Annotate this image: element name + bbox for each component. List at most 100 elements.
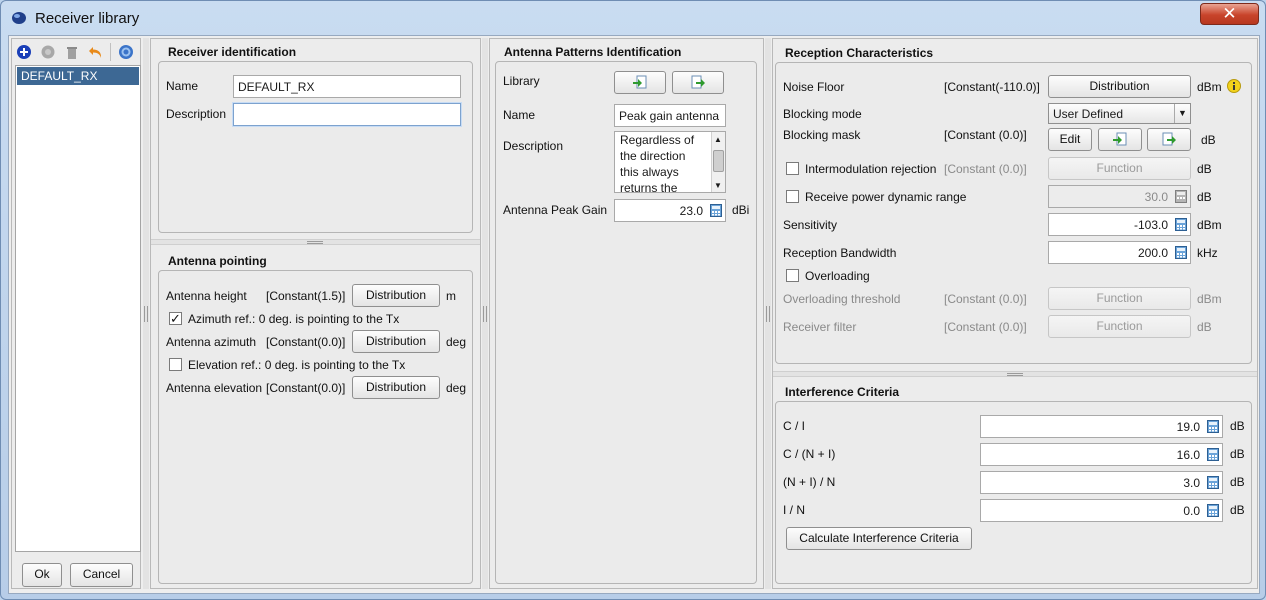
blocking-mode-select[interactable]: User Defined ▼ (1048, 103, 1191, 124)
antenna-column: Antenna Patterns Identification Library … (489, 38, 764, 589)
undo-icon[interactable] (88, 44, 104, 60)
interference-row-input[interactable]: 3.0 (980, 471, 1223, 494)
chevron-down-icon[interactable]: ▼ (1174, 104, 1190, 123)
splitter-handle[interactable] (773, 371, 1257, 377)
splitter-handle[interactable] (765, 38, 771, 589)
antenna-height-unit: m (446, 289, 456, 303)
export-icon (1162, 132, 1176, 146)
bandwidth-unit: kHz (1197, 246, 1218, 260)
intermod-value: [Constant (0.0)] (944, 162, 1027, 176)
receiver-filter-label: Receiver filter (783, 320, 857, 334)
blocking-mask-import-button[interactable] (1098, 128, 1142, 151)
receiver-name-input[interactable]: DEFAULT_RX (233, 75, 461, 98)
calculator-icon[interactable] (710, 204, 722, 217)
receiver-library-window: Receiver library ✕ DEFAULT_RX Ok Cancel … (0, 0, 1266, 600)
interference-row-input[interactable]: 0.0 (980, 499, 1223, 522)
scroll-down-icon[interactable]: ▼ (714, 181, 722, 190)
antenna-description-label: Description (503, 139, 564, 153)
antenna-description-textarea[interactable]: Regardless of the direction this always … (614, 131, 726, 193)
peak-gain-unit: dBi (732, 203, 750, 217)
antenna-azimuth-value: [Constant(0.0)] (266, 335, 346, 349)
noise-floor-label: Noise Floor (783, 80, 845, 94)
interference-row-label: (N + I) / N (783, 475, 836, 489)
splitter-handle[interactable] (151, 239, 480, 245)
calculate-interference-button[interactable]: Calculate Interference Criteria (786, 527, 972, 550)
overloading-checkbox[interactable] (786, 269, 799, 282)
interference-row-unit: dB (1230, 475, 1245, 489)
antenna-azimuth-unit: deg (446, 335, 467, 349)
dynamic-range-input[interactable]: 30.0 (1048, 185, 1191, 208)
blocking-mode-label: Blocking mode (783, 107, 862, 121)
antenna-azimuth-label: Antenna azimuth (166, 335, 257, 349)
ok-button[interactable]: Ok (22, 563, 62, 587)
info-icon[interactable] (1227, 79, 1241, 93)
bandwidth-input[interactable]: 200.0 (1048, 241, 1191, 264)
overloading-threshold-function-button[interactable]: Function (1048, 287, 1191, 310)
antenna-patterns-group: Library Name Peak gain antenna Descripti… (495, 61, 757, 584)
disabled-circle-icon[interactable] (40, 44, 56, 60)
interference-row-input[interactable]: 19.0 (980, 415, 1223, 438)
toolbar-separator (110, 43, 111, 61)
calculator-icon[interactable] (1207, 420, 1219, 433)
azimuth-ref-label: Azimuth ref.: 0 deg. is pointing to the … (188, 312, 400, 326)
azimuth-ref-checkbox[interactable] (169, 312, 182, 325)
antenna-height-value: [Constant(1.5)] (266, 289, 346, 303)
noise-floor-value: [Constant(-110.0)] (944, 80, 1040, 94)
import-button[interactable] (614, 71, 666, 94)
antenna-height-distribution-button[interactable]: Distribution (352, 284, 440, 307)
antenna-name-label: Name (503, 108, 536, 122)
receiver-filter-function-button[interactable]: Function (1048, 315, 1191, 338)
calculator-icon[interactable] (1207, 504, 1219, 517)
intermod-function-button[interactable]: Function (1048, 157, 1191, 180)
intermod-checkbox[interactable] (786, 162, 799, 175)
interference-row-unit: dB (1230, 419, 1245, 433)
sensitivity-input[interactable]: -103.0 (1048, 213, 1191, 236)
elevation-ref-label: Elevation ref.: 0 deg. is pointing to th… (188, 358, 406, 372)
description-line: the direction (620, 149, 686, 163)
blocking-mask-edit-button[interactable]: Edit (1048, 128, 1092, 151)
interference-row-unit: dB (1230, 503, 1245, 517)
trash-icon[interactable] (64, 44, 80, 60)
description-scrollbar[interactable]: ▲ ▼ (711, 132, 725, 192)
cancel-button[interactable]: Cancel (70, 563, 133, 587)
calculator-icon[interactable] (1207, 476, 1219, 489)
blocking-mask-unit: dB (1201, 133, 1216, 147)
antenna-name-input[interactable]: Peak gain antenna (614, 104, 726, 127)
close-button[interactable]: ✕ (1200, 3, 1259, 25)
add-icon[interactable] (16, 44, 32, 60)
peak-gain-input[interactable]: 23.0 (614, 199, 726, 222)
antenna-elevation-value: [Constant(0.0)] (266, 381, 346, 395)
calculator-icon[interactable] (1175, 190, 1187, 203)
dynamic-range-checkbox[interactable] (786, 190, 799, 203)
calculator-icon[interactable] (1175, 218, 1187, 231)
interference-row-input[interactable]: 16.0 (980, 443, 1223, 466)
library-panel: DEFAULT_RX Ok Cancel (11, 38, 141, 589)
help-icon[interactable] (118, 44, 134, 60)
sensitivity-unit: dBm (1197, 218, 1222, 232)
antenna-azimuth-distribution-button[interactable]: Distribution (352, 330, 440, 353)
noise-floor-distribution-button[interactable]: Distribution (1048, 75, 1191, 98)
name-label: Name (166, 79, 199, 93)
reception-group: Noise Floor [Constant(-110.0)] Distribut… (775, 62, 1252, 364)
receiver-description-input[interactable] (233, 103, 461, 126)
overloading-threshold-unit: dBm (1197, 292, 1222, 306)
splitter-handle[interactable] (482, 38, 488, 589)
list-item[interactable]: DEFAULT_RX (17, 67, 139, 85)
antenna-elevation-unit: deg (446, 381, 467, 395)
calculator-icon[interactable] (1175, 246, 1187, 259)
antenna-elevation-label: Antenna elevation (166, 381, 263, 395)
antenna-pointing-title: Antenna pointing (168, 254, 267, 268)
import-icon (1113, 132, 1127, 146)
elevation-ref-checkbox[interactable] (169, 358, 182, 371)
reception-title: Reception Characteristics (785, 46, 934, 60)
receiver-list[interactable]: DEFAULT_RX (15, 65, 141, 552)
scroll-thumb[interactable] (713, 150, 724, 172)
splitter-handle[interactable] (143, 38, 149, 589)
intermod-label: Intermodulation rejection (805, 162, 937, 176)
blocking-mask-export-button[interactable] (1147, 128, 1191, 151)
antenna-elevation-distribution-button[interactable]: Distribution (352, 376, 440, 399)
scroll-up-icon[interactable]: ▲ (714, 135, 722, 144)
description-line: returns the (620, 181, 678, 193)
export-button[interactable] (672, 71, 724, 94)
calculator-icon[interactable] (1207, 448, 1219, 461)
